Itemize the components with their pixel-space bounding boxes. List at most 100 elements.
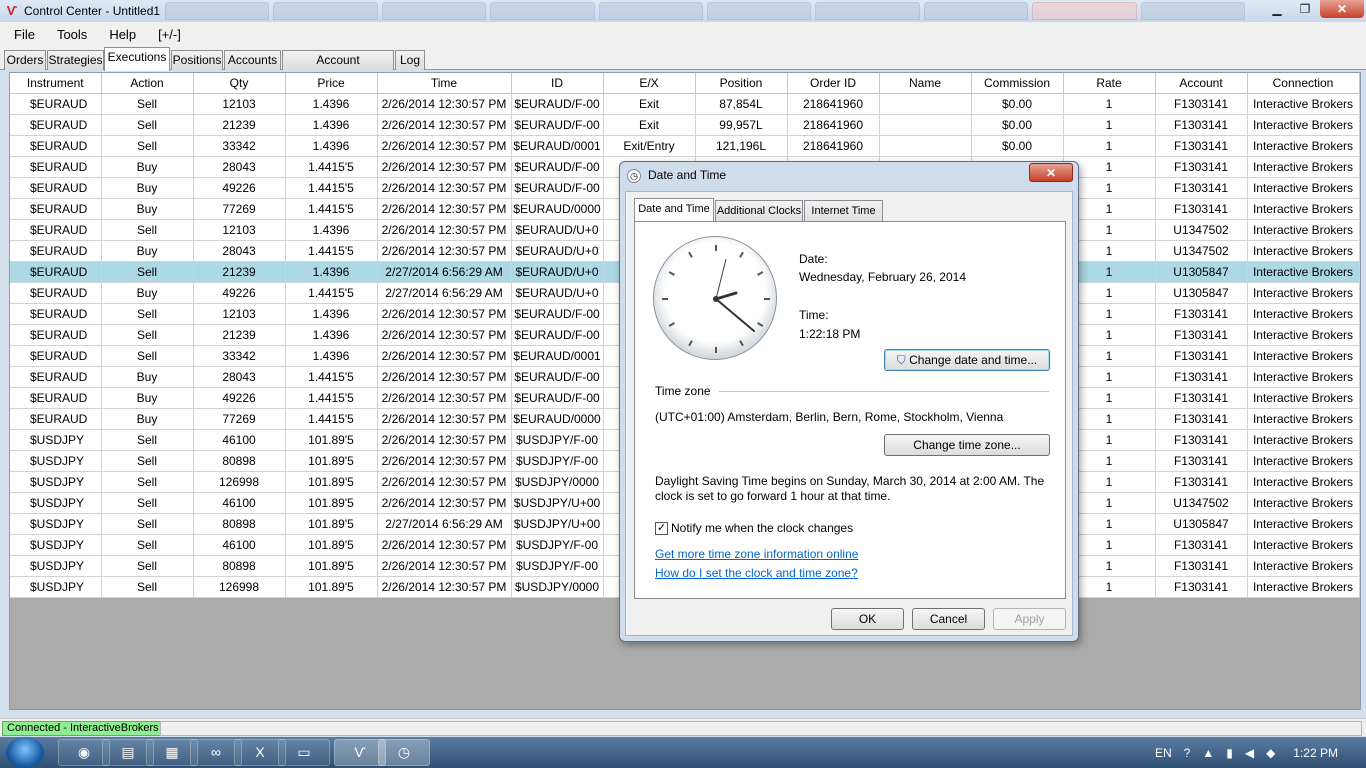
column-header[interactable]: ID [511, 73, 604, 94]
column-header[interactable]: Commission [971, 73, 1064, 94]
menu-tools[interactable]: Tools [49, 27, 95, 42]
table-cell: 2/26/2014 12:30:57 PM [377, 492, 512, 514]
tab-orders[interactable]: Orders [4, 50, 46, 70]
table-cell: 218641960 [787, 114, 880, 136]
tab-log[interactable]: Log [395, 50, 425, 70]
taskbar-clock[interactable]: 1:22 PM [1293, 746, 1338, 760]
table-cell: Sell [101, 324, 194, 346]
table-cell: 49226 [193, 387, 286, 409]
table-cell: $EURAUD/0000 [511, 408, 604, 430]
minimize-button[interactable]: ▁ [1264, 0, 1290, 18]
tab-additional-clocks[interactable]: Additional Clocks [715, 200, 803, 221]
dialog-close-button[interactable]: ✕ [1029, 163, 1073, 182]
dropbox-icon[interactable]: ◆ [1266, 746, 1275, 760]
column-header[interactable]: Connection [1247, 73, 1360, 94]
language-indicator[interactable]: EN [1155, 746, 1172, 760]
change-timezone-button[interactable]: Change time zone... [884, 434, 1050, 456]
maximize-button[interactable]: ❐ [1292, 0, 1318, 18]
show-hidden-icons[interactable]: ▲ [1202, 746, 1214, 760]
table-row[interactable]: $EURAUD Sell 12103 1.4396 2/26/2014 12:30:57… [10, 93, 1360, 115]
table-cell: Interactive Brokers [1247, 366, 1360, 388]
table-cell: 2/26/2014 12:30:57 PM [377, 366, 512, 388]
table-cell: 87,854L [695, 93, 788, 115]
table-row[interactable]: $EURAUD Sell 33342 1.4396 2/26/2014 12:30:57… [10, 135, 1360, 157]
column-header[interactable]: Action [101, 73, 194, 94]
table-cell: F1303141 [1155, 114, 1248, 136]
column-header[interactable]: Qty [193, 73, 286, 94]
table-cell: Buy [101, 366, 194, 388]
folder-icon[interactable]: ▭ [278, 739, 330, 766]
table-cell: F1303141 [1155, 135, 1248, 157]
dialog-title-bar[interactable]: ◷ Date and Time ✕ [620, 162, 1078, 190]
table-cell: Interactive Brokers [1247, 177, 1360, 199]
table-cell: 101.89'5 [285, 555, 378, 577]
table-cell: F1303141 [1155, 534, 1248, 556]
table-cell: 1.4396 [285, 114, 378, 136]
table-cell: 1.4415'5 [285, 177, 378, 199]
table-cell: $USDJPY [10, 576, 102, 598]
tab-date-and-time[interactable]: Date and Time [634, 198, 714, 222]
table-row[interactable]: $EURAUD Sell 21239 1.4396 2/26/2014 12:30:57… [10, 114, 1360, 136]
table-cell: 2/26/2014 12:30:57 PM [377, 240, 512, 262]
apply-button[interactable]: Apply [993, 608, 1066, 630]
volume-icon[interactable]: ◀ [1245, 746, 1254, 760]
tab-accounts[interactable]: Accounts [224, 50, 281, 70]
column-header[interactable]: Order ID [787, 73, 880, 94]
table-cell: 1.4396 [285, 261, 378, 283]
table-cell: Interactive Brokers [1247, 450, 1360, 472]
notify-label[interactable]: Notify me when the clock changes [671, 521, 853, 535]
table-cell: $USDJPY [10, 555, 102, 577]
tab-positions[interactable]: Positions [171, 50, 223, 70]
column-header[interactable]: Rate [1063, 73, 1156, 94]
help-icon[interactable]: ? [1184, 746, 1191, 760]
table-cell: Interactive Brokers [1247, 93, 1360, 115]
start-button[interactable] [6, 737, 44, 768]
table-cell: Sell [101, 471, 194, 493]
close-button[interactable]: ✕ [1320, 0, 1364, 18]
notify-checkbox[interactable]: ✓ [655, 522, 668, 535]
table-cell: 80898 [193, 513, 286, 535]
table-cell: $EURAUD/U+0 [511, 282, 604, 304]
table-cell: 1.4415'5 [285, 282, 378, 304]
column-header[interactable]: Instrument [10, 73, 102, 94]
ok-button[interactable]: OK [831, 608, 904, 630]
menu-help[interactable]: Help [101, 27, 144, 42]
table-cell: F1303141 [1155, 324, 1248, 346]
cancel-button[interactable]: Cancel [912, 608, 985, 630]
column-header[interactable]: Account [1155, 73, 1248, 94]
timezone-header: Time zone [655, 384, 711, 398]
tab-strategies[interactable]: Strategies [47, 50, 104, 70]
table-cell: 1 [1063, 114, 1156, 136]
timezone-info-link[interactable]: Get more time zone information online [655, 547, 858, 561]
menu-bar: File Tools Help [+/-] [0, 22, 1366, 46]
table-cell: Sell [101, 135, 194, 157]
menu-toggle[interactable]: [+/-] [150, 27, 189, 42]
column-header[interactable]: Position [695, 73, 788, 94]
time-label: Time: [799, 308, 829, 322]
tab-account-performance[interactable]: Account Performance [282, 50, 394, 85]
clock-help-link[interactable]: How do I set the clock and time zone? [655, 566, 858, 580]
column-header[interactable]: Price [285, 73, 378, 94]
table-cell: Interactive Brokers [1247, 156, 1360, 178]
table-cell: $0.00 [971, 114, 1064, 136]
table-cell: $EURAUD [10, 114, 102, 136]
status-bar: Connected - InteractiveBrokers [0, 718, 1366, 736]
table-cell: Sell [101, 303, 194, 325]
network-icon[interactable]: ▮ [1226, 746, 1233, 760]
table-cell: $EURAUD [10, 177, 102, 199]
table-cell: $USDJPY/F-00 [511, 555, 604, 577]
table-cell: $EURAUD [10, 156, 102, 178]
table-cell: Interactive Brokers [1247, 387, 1360, 409]
table-cell [879, 135, 972, 157]
change-date-time-button[interactable]: ⛉ Change date and time... [884, 349, 1050, 371]
table-cell: $0.00 [971, 93, 1064, 115]
tab-executions[interactable]: Executions [104, 47, 170, 71]
datetime-icon[interactable]: ◷ [378, 739, 430, 766]
table-cell: Sell [101, 492, 194, 514]
menu-file[interactable]: File [6, 27, 43, 42]
column-header[interactable]: Name [879, 73, 972, 94]
column-header[interactable]: Time [377, 73, 512, 94]
tab-internet-time[interactable]: Internet Time [804, 200, 883, 221]
table-cell: $USDJPY/0000 [511, 471, 604, 493]
column-header[interactable]: E/X [603, 73, 696, 94]
